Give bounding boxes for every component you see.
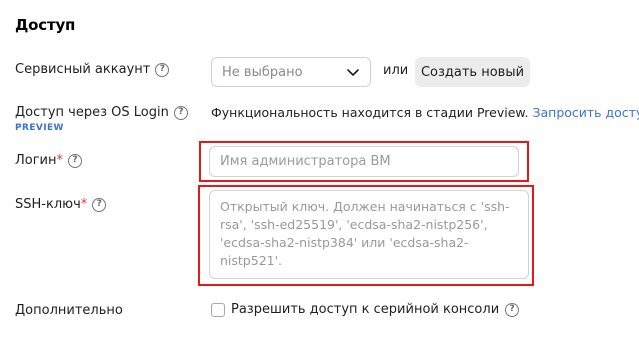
ssh-key-label-row: SSH-ключ* ? <box>15 197 107 212</box>
serial-console-checkbox[interactable] <box>211 302 225 317</box>
chevron-down-icon <box>347 69 359 76</box>
request-access-link[interactable]: Запросить доступ. <box>532 105 639 120</box>
service-account-label: Сервисный аккаунт <box>15 62 151 77</box>
help-icon[interactable]: ? <box>155 62 170 77</box>
serial-console-label[interactable]: Разрешить доступ к серийной консоли <box>231 302 499 317</box>
login-label: Логин* <box>15 153 64 168</box>
or-text: или <box>383 63 409 78</box>
login-label-row: Логин* ? <box>15 153 83 168</box>
create-service-account-button[interactable]: Создать новый <box>415 57 530 87</box>
required-mark: * <box>56 153 64 168</box>
preview-badge: PREVIEW <box>15 123 64 133</box>
os-login-label: Доступ через OS Login <box>15 105 169 120</box>
ssh-key-textarea[interactable] <box>209 190 529 279</box>
help-icon[interactable]: ? <box>173 105 188 120</box>
os-login-info: Функциональность находится в стадии Prev… <box>211 105 639 120</box>
os-login-label-row: Доступ через OS Login ? <box>15 105 188 120</box>
help-icon[interactable]: ? <box>505 302 520 317</box>
help-icon[interactable]: ? <box>68 153 83 168</box>
service-account-select-value: Не выбрано <box>222 64 303 80</box>
additional-label: Дополнительно <box>15 303 123 318</box>
additional-label-row: Дополнительно <box>15 303 123 318</box>
help-icon[interactable]: ? <box>92 197 107 212</box>
service-account-select[interactable]: Не выбрано <box>211 57 371 87</box>
service-account-label-row: Сервисный аккаунт ? <box>15 62 170 77</box>
os-login-info-text: Функциональность находится в стадии Prev… <box>211 105 529 120</box>
ssh-key-label: SSH-ключ* <box>15 197 88 212</box>
serial-console-option[interactable]: Разрешить доступ к серийной консоли ? <box>211 302 520 317</box>
section-title: Доступ <box>15 16 76 34</box>
login-input[interactable] <box>209 146 519 177</box>
required-mark: * <box>80 197 88 212</box>
